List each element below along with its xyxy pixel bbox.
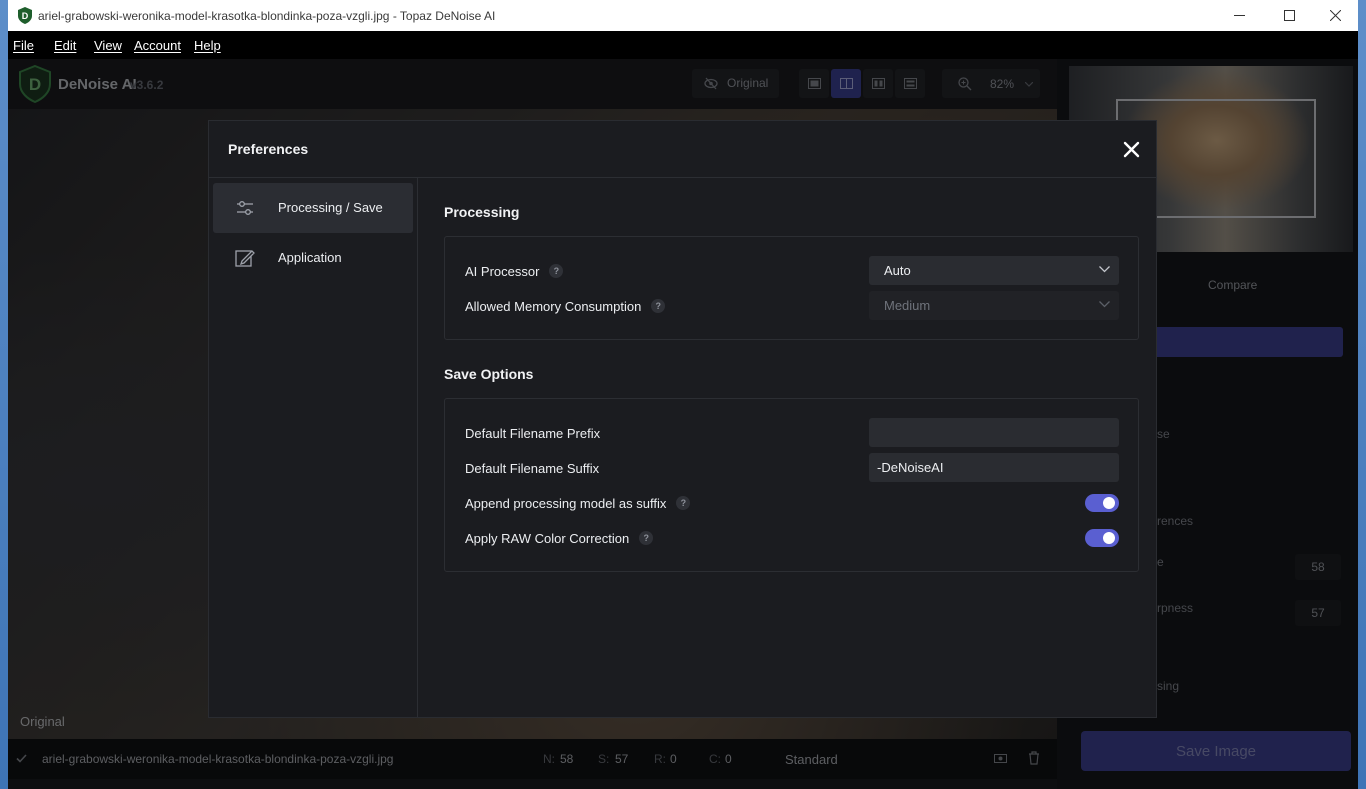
preferences-nav: Processing / Save Application (209, 178, 418, 717)
svg-text:D: D (22, 11, 29, 21)
chevron-down-icon (1099, 266, 1110, 273)
ai-processor-label: AI Processor (465, 263, 540, 279)
ai-processor-select[interactable]: Auto (869, 256, 1119, 285)
suffix-label: Default Filename Suffix (465, 460, 600, 476)
memory-row: Allowed Memory Consumption ? (465, 291, 666, 321)
nav-application-label: Application (278, 250, 342, 265)
close-icon (1329, 10, 1341, 21)
raw-correction-row: Apply RAW Color Correction ? (465, 523, 654, 553)
help-icon[interactable]: ? (549, 264, 564, 278)
chevron-down-icon (1099, 301, 1110, 308)
append-model-toggle[interactable] (1085, 494, 1119, 512)
suffix-row: Default Filename Suffix (465, 453, 599, 483)
app-icon: D (18, 7, 32, 24)
raw-correction-label: Apply RAW Color Correction (465, 530, 630, 546)
prefix-row: Default Filename Prefix (465, 418, 600, 448)
minimize-button[interactable] (1216, 0, 1262, 31)
processing-section-title: Processing (444, 204, 520, 220)
menu-bar: File Edit View Account Help (8, 31, 1358, 59)
menu-view[interactable]: View (94, 38, 122, 53)
prefix-input[interactable] (869, 418, 1119, 447)
memory-label: Allowed Memory Consumption (465, 298, 642, 314)
nav-application[interactable]: Application (213, 233, 413, 283)
nav-processing-save[interactable]: Processing / Save (213, 183, 413, 233)
save-options-section-title: Save Options (444, 366, 534, 382)
processing-box: AI Processor ? Auto Allowed Memory Consu… (444, 236, 1139, 340)
ai-processor-row: AI Processor ? (465, 256, 564, 286)
dialog-title: Preferences (228, 141, 309, 157)
close-icon[interactable] (1123, 141, 1140, 158)
window-title: ariel-grabowski-weronika-model-krasotka-… (38, 9, 496, 23)
app-window: D ariel-grabowski-weronika-model-krasotk… (8, 0, 1358, 789)
menu-help[interactable]: Help (194, 38, 221, 53)
help-icon[interactable]: ? (676, 496, 691, 510)
raw-correction-toggle[interactable] (1085, 529, 1119, 547)
prefix-label: Default Filename Prefix (465, 425, 601, 441)
ai-processor-value: Auto (884, 263, 911, 278)
suffix-input[interactable] (869, 453, 1119, 482)
maximize-icon (1283, 10, 1295, 21)
close-window-button[interactable] (1312, 0, 1358, 31)
maximize-button[interactable] (1266, 0, 1312, 31)
save-options-box: Default Filename Prefix Default Filename… (444, 398, 1139, 572)
title-bar: D ariel-grabowski-weronika-model-krasotk… (8, 0, 1358, 31)
append-model-label: Append processing model as suffix (465, 495, 667, 511)
help-icon[interactable]: ? (651, 299, 666, 313)
memory-select[interactable]: Medium (869, 291, 1119, 320)
menu-account[interactable]: Account (134, 38, 181, 53)
menu-edit[interactable]: Edit (54, 38, 76, 53)
help-icon[interactable]: ? (639, 531, 654, 545)
menu-file[interactable]: File (13, 38, 34, 53)
preferences-dialog: Preferences Processing / Save Applicatio… (208, 120, 1157, 718)
edit-icon (235, 250, 255, 267)
minimize-icon (1233, 15, 1245, 16)
dialog-header: Preferences (209, 121, 1156, 178)
nav-processing-save-label: Processing / Save (278, 200, 383, 215)
append-model-row: Append processing model as suffix ? (465, 488, 691, 518)
sliders-icon (237, 201, 253, 215)
memory-value: Medium (884, 298, 931, 313)
